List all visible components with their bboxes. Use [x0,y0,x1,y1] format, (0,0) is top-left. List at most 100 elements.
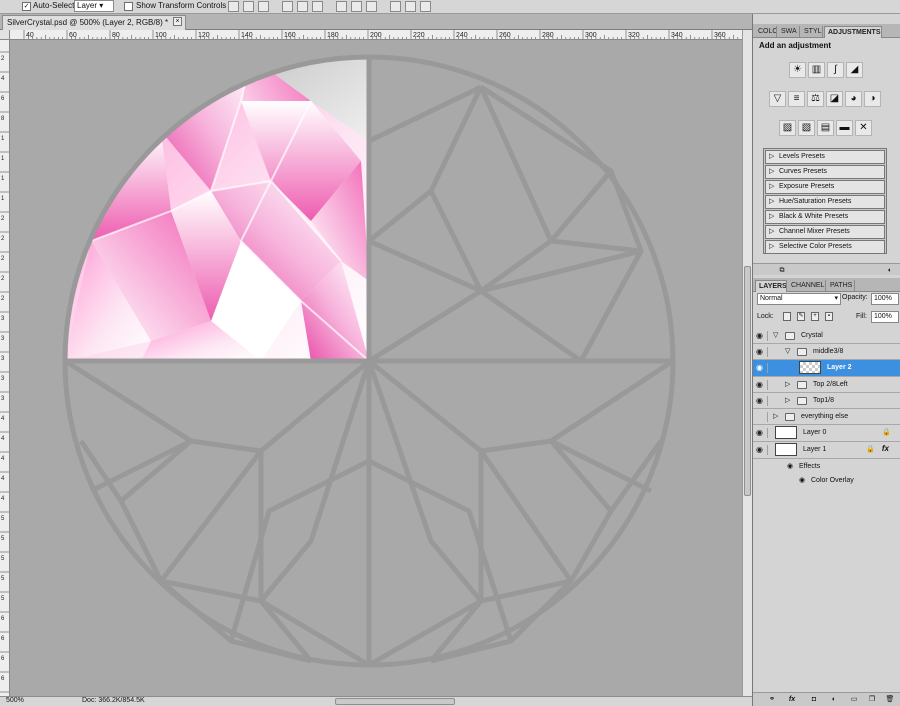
invert-icon[interactable]: ▨ [779,120,796,136]
levels-icon[interactable]: ▥ [808,62,825,78]
show-transform-checkbox[interactable] [124,2,133,11]
align-right-icon[interactable] [312,1,323,12]
tab-color[interactable]: COLO [755,26,777,38]
align-left-icon[interactable] [282,1,293,12]
eye-icon[interactable]: ◉ [756,428,768,438]
layer-thumbnail[interactable] [775,443,797,456]
eye-icon[interactable]: ◉ [756,380,768,390]
preset-item[interactable]: ▷ Levels Presets [765,150,885,164]
effects-row[interactable]: ◉ Effects [753,460,900,474]
eye-icon[interactable]: ◉ [756,445,768,455]
lock-all-icon[interactable]: ▪ [825,312,833,321]
vertical-scroll-thumb[interactable] [744,266,751,496]
gradient-map-icon[interactable]: ▬ [836,120,853,136]
layer-row[interactable]: ▷ everything else [753,409,900,425]
layer-row[interactable]: ◉ Layer 2 [753,360,900,377]
layer-row[interactable]: ◉ Layer 1 🔒 fx [753,442,900,459]
preset-item[interactable]: ▷ Black & White Presets [765,210,885,224]
color-balance-icon[interactable]: ⚖ [807,91,824,107]
expand-triangle-icon[interactable]: ▷ [769,211,774,223]
expand-triangle-icon[interactable]: ▷ [769,241,774,253]
collapse-triangle-icon[interactable]: ▽ [785,347,790,355]
eye-icon[interactable]: ◉ [799,476,805,484]
preset-item[interactable]: ▷ Selective Color Presets [765,240,885,254]
close-icon[interactable]: × [173,17,182,26]
auto-select-checkbox[interactable]: ✓ [22,2,31,11]
layer-row[interactable]: ◉ ▽ Crystal [753,328,900,344]
photo-filter-icon[interactable]: ◕ [845,91,862,107]
layer-row[interactable]: ◉ ▷ Top1/8 [753,393,900,409]
preset-item[interactable]: ▷ Curves Presets [765,165,885,179]
expand-triangle-icon[interactable]: ▷ [785,396,790,404]
distribute-hcenter-icon[interactable] [405,1,416,12]
expand-triangle-icon[interactable]: ▷ [785,380,790,388]
threshold-icon[interactable]: ▤ [817,120,834,136]
fx-icon[interactable]: fx [882,444,889,453]
distribute-vcenter-icon[interactable] [351,1,362,12]
eye-icon[interactable] [756,412,768,422]
layer-row[interactable]: ◉ ▷ Top 2/8Left [753,377,900,393]
lock-transparent-icon[interactable] [783,312,791,321]
document-tab[interactable]: SilverCrystal.psd @ 500% (Layer 2, RGB/8… [2,15,186,30]
expand-triangle-icon[interactable]: ▷ [769,151,774,163]
tab-adjustments[interactable]: ADJUSTMENTS [824,26,882,38]
new-group-icon[interactable]: ▭ [849,695,859,704]
doc-size-info[interactable]: Doc: 366.2K/854.5K [82,697,145,704]
expand-triangle-icon[interactable]: ▷ [769,181,774,193]
vibrance-icon[interactable]: ▽ [769,91,786,107]
auto-select-dropdown[interactable]: Layer ▾ [74,0,114,12]
align-vcenter-icon[interactable] [243,1,254,12]
preset-item[interactable]: ▷ Exposure Presets [765,180,885,194]
curves-icon[interactable]: ∫ [827,62,844,78]
expand-triangle-icon[interactable]: ▷ [769,196,774,208]
layer-row[interactable]: ◉ ▽ middle3/8 [753,344,900,360]
tab-styles[interactable]: STYL [801,26,823,38]
zoom-level[interactable]: 500% [6,697,24,704]
document-canvas[interactable] [11,41,742,696]
panel-options-icon[interactable]: ◐ [885,266,895,275]
expand-triangle-icon[interactable]: ▷ [769,166,774,178]
eye-icon[interactable]: ◉ [756,347,768,357]
vertical-scrollbar[interactable] [742,30,752,696]
eye-icon[interactable]: ◉ [756,331,768,341]
new-layer-icon[interactable]: ❐ [867,695,877,704]
preset-item[interactable]: ▷ Channel Mixer Presets [765,225,885,239]
black-white-icon[interactable]: ◪ [826,91,843,107]
eye-icon[interactable]: ◉ [756,363,768,373]
link-layers-icon[interactable]: ⚭ [767,695,777,704]
add-style-icon[interactable]: fx [787,695,797,704]
horizontal-scroll-thumb[interactable] [335,698,455,705]
distribute-top-icon[interactable] [336,1,347,12]
lock-image-icon[interactable]: ✎ [797,312,805,321]
layer-row[interactable]: ◉ Layer 0 🔒 [753,425,900,442]
distribute-right-icon[interactable] [420,1,431,12]
preset-item[interactable]: ▷ Hue/Saturation Presets [765,195,885,209]
opacity-field[interactable]: 100% [871,293,899,305]
selective-color-icon[interactable]: ✕ [855,120,872,136]
collapse-triangle-icon[interactable]: ▽ [773,331,778,339]
posterize-icon[interactable]: ▧ [798,120,815,136]
fill-field[interactable]: 100% [871,311,899,323]
tab-channels[interactable]: CHANNELS [788,280,826,292]
expand-triangle-icon[interactable]: ▷ [769,226,774,238]
align-top-icon[interactable] [228,1,239,12]
hue-saturation-icon[interactable]: ≡ [788,91,805,107]
add-mask-icon[interactable]: ◘ [809,695,819,704]
color-overlay-row[interactable]: ◉ Color Overlay [753,474,900,488]
blend-mode-dropdown[interactable]: Normal ▾ [757,293,841,305]
brightness-contrast-icon[interactable]: ☀ [789,62,806,78]
lock-position-icon[interactable]: + [811,312,819,321]
ruler-origin[interactable] [0,30,10,40]
distribute-left-icon[interactable] [390,1,401,12]
eye-icon[interactable]: ◉ [756,396,768,406]
return-to-list-icon[interactable]: ⧉ [777,266,787,275]
align-hcenter-icon[interactable] [297,1,308,12]
channel-mixer-icon[interactable]: ◑ [864,91,881,107]
distribute-bottom-icon[interactable] [366,1,377,12]
tab-swatches[interactable]: SWA [778,26,800,38]
align-bottom-icon[interactable] [258,1,269,12]
expand-triangle-icon[interactable]: ▷ [773,412,778,420]
tab-layers[interactable]: LAYERS [755,280,787,292]
eye-icon[interactable]: ◉ [787,462,793,470]
tab-paths[interactable]: PATHS [827,280,855,292]
